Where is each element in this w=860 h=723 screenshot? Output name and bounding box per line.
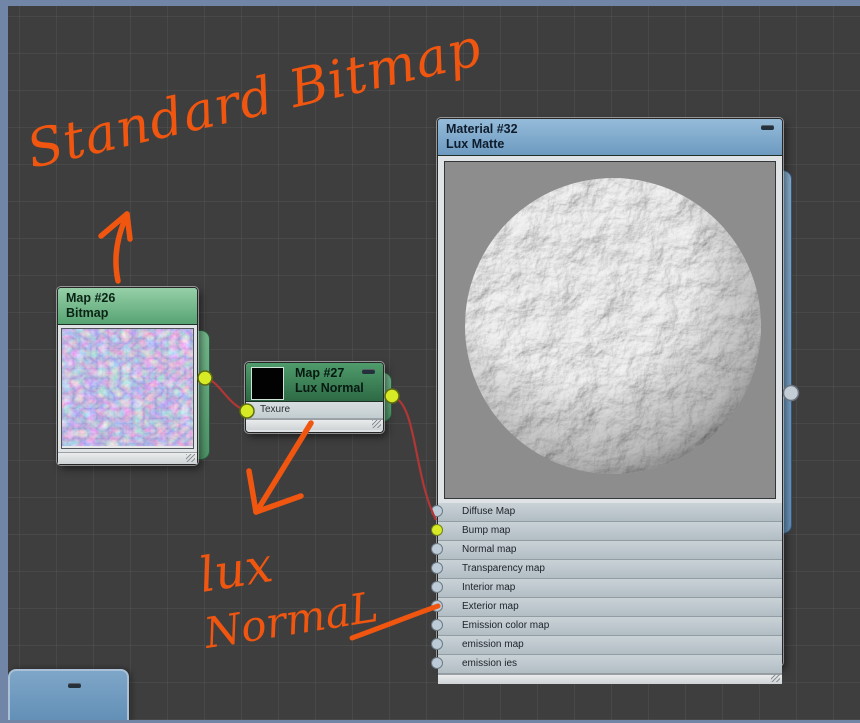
slot-transparency-map[interactable]: Transparency map (431, 560, 782, 579)
material-slot-list: Diffuse Map Bump map Normal map Transpar… (431, 503, 782, 674)
slot-label: emission map (462, 639, 524, 650)
input-socket-icon[interactable] (431, 657, 443, 669)
input-socket-icon[interactable] (431, 600, 443, 612)
ink-arrow-diagonal-icon (246, 420, 314, 515)
input-socket-icon-connected[interactable] (431, 524, 443, 536)
input-socket-icon[interactable] (431, 581, 443, 593)
material-footer (438, 674, 782, 684)
input-socket-icon[interactable] (431, 505, 443, 517)
slot-diffuse-map[interactable]: Diffuse Map (431, 503, 782, 522)
slot-label: Exterior map (462, 601, 519, 612)
map26-header[interactable]: Map #26 Bitmap (58, 288, 197, 325)
collapse-icon[interactable] (362, 369, 375, 374)
slot-emission-ies[interactable]: emission ies (431, 655, 782, 674)
material-sphere-preview[interactable] (444, 161, 776, 499)
slot-label: Normal map (462, 544, 517, 555)
frame-border-top (0, 0, 860, 6)
input-socket-icon[interactable] (431, 543, 443, 555)
ink-label-standard-bitmap: Standard Bitmap (21, 18, 487, 181)
map26-subtitle: Bitmap (66, 306, 109, 320)
slot-label: Diffuse Map (462, 506, 516, 517)
map27-header[interactable]: Map #27 Lux Normal (246, 363, 383, 402)
resize-handle-icon[interactable] (771, 674, 780, 682)
wire-map26-to-map27[interactable] (204, 376, 248, 413)
frame-border-left (0, 0, 8, 723)
normal-map-texture (62, 329, 193, 446)
material-subtitle: Lux Matte (446, 137, 505, 151)
slot-label: Emission color map (462, 620, 550, 631)
input-socket-icon[interactable] (431, 619, 443, 631)
rendered-sphere (465, 178, 761, 474)
map26-footer (58, 452, 197, 464)
slot-interior-map[interactable]: Interior map (431, 579, 782, 598)
material-title: Material #32 (446, 122, 518, 136)
collapse-icon[interactable] (761, 125, 774, 130)
slot-emission-color-map[interactable]: Emission color map (431, 617, 782, 636)
slot-label: Transparency map (462, 563, 545, 574)
map26-title: Map #26 (66, 291, 116, 305)
material-header[interactable]: Material #32 Lux Matte (438, 119, 782, 156)
slate-material-editor-canvas[interactable]: Map #26 Bitmap Map #27 Lux Normal Texure… (0, 0, 860, 723)
slot-bump-map[interactable]: Bump map (431, 522, 782, 541)
slot-exterior-map[interactable]: Exterior map (431, 598, 782, 617)
slot-normal-map[interactable]: Normal map (431, 541, 782, 560)
collapse-icon[interactable] (68, 683, 81, 688)
slot-label: emission ies (462, 658, 518, 669)
resize-handle-icon[interactable] (186, 454, 195, 462)
wire-map27-to-material-bump[interactable] (391, 394, 437, 521)
ink-underline-stroke (349, 603, 441, 641)
map26-normalmap-preview[interactable] (61, 328, 194, 449)
ink-arrow-up-icon (98, 211, 133, 284)
node-map26-bitmap[interactable]: Map #26 Bitmap (57, 287, 198, 465)
resize-handle-icon[interactable] (372, 420, 381, 428)
input-socket-icon[interactable] (431, 638, 443, 650)
input-socket-icon[interactable] (431, 562, 443, 574)
map27-thumbnail[interactable] (251, 367, 284, 400)
map27-subtitle: Lux Normal (295, 381, 364, 395)
map27-footer (246, 419, 383, 430)
slot-label: Interior map (462, 582, 516, 593)
slot-label: Bump map (462, 525, 511, 536)
slot-emission-map[interactable]: emission map (431, 636, 782, 655)
map27-slot-texure[interactable]: Texure (246, 402, 383, 419)
node-map27-luxnormal[interactable]: Map #27 Lux Normal Texure (245, 362, 384, 433)
ink-label-lux: lux (195, 537, 276, 604)
ink-label-normal: NormaL (200, 582, 381, 658)
node-collapsed-mini[interactable] (8, 669, 129, 723)
node-material32-luxmatte[interactable]: Material #32 Lux Matte Diffuse Map Bump … (431, 118, 783, 684)
